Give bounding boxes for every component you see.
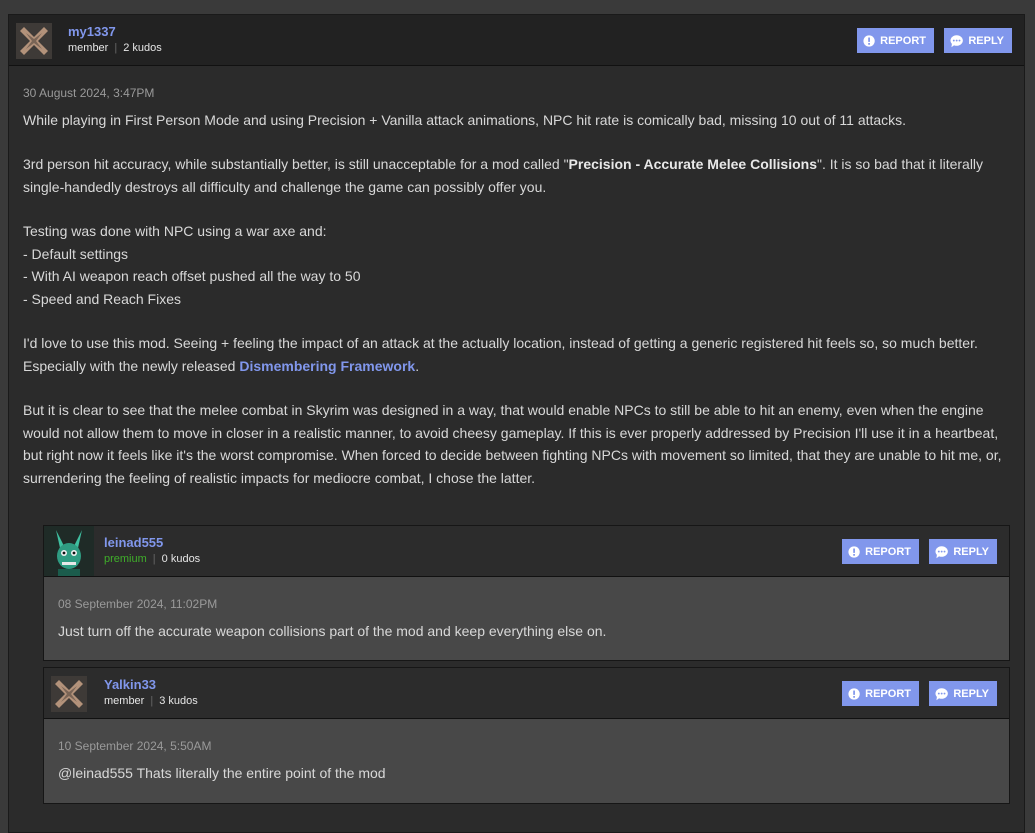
comment-paragraph: I'd love to use this mod. Seeing + feeli… xyxy=(23,335,978,374)
username-link[interactable]: Yalkin33 xyxy=(104,677,198,692)
reply-header: Yalkin33 member | 3 kudos REPORT REPLY xyxy=(44,668,1009,719)
user-kudos: 3 kudos xyxy=(159,695,198,707)
comment-body: 30 August 2024, 3:47PM While playing in … xyxy=(9,66,1024,489)
reply-header: leinad555 premium | 0 kudos REPORT REPLY xyxy=(44,526,1009,577)
report-button[interactable]: REPORT xyxy=(842,681,919,706)
reply-date: 10 September 2024, 5:50AM xyxy=(58,739,212,753)
comment-paragraph: Testing was done with NPC using a war ax… xyxy=(23,223,361,307)
alert-icon xyxy=(848,687,860,700)
user-role: member xyxy=(104,695,145,707)
user-meta: premium | 0 kudos xyxy=(104,553,201,565)
speech-bubble-icon xyxy=(935,545,948,558)
user-meta: member | 3 kudos xyxy=(104,695,198,707)
default-avatar-icon xyxy=(16,23,52,59)
user-avatar-icon xyxy=(44,526,94,576)
comment-date: 30 August 2024, 3:47PM xyxy=(23,86,155,100)
comment-post: my1337 member | 2 kudos REPORT REPLY 30 Au… xyxy=(8,14,1025,833)
reply-date: 08 September 2024, 11:02PM xyxy=(58,597,218,611)
comment-paragraph: 3rd person hit accuracy, while substanti… xyxy=(23,156,984,195)
reply-button[interactable]: REPLY xyxy=(944,28,1012,53)
comment-paragraph: But it is clear to see that the melee co… xyxy=(23,402,1002,486)
user-info: leinad555 premium | 0 kudos xyxy=(104,535,200,565)
dismembering-framework-link[interactable]: Dismembering Framework xyxy=(239,358,415,374)
user-role: member xyxy=(68,42,109,54)
comment-paragraph: While playing in First Person Mode and u… xyxy=(23,111,907,128)
report-button[interactable]: REPORT xyxy=(842,539,919,564)
reply-text: @leinad555 Thats literally the entire po… xyxy=(58,764,386,781)
user-info: Yalkin33 member | 3 kudos xyxy=(104,677,198,707)
username-link[interactable]: leinad555 xyxy=(104,535,200,550)
reply-post: leinad555 premium | 0 kudos REPORT REPLY 0… xyxy=(43,525,1010,661)
alert-icon xyxy=(863,34,875,47)
avatar[interactable] xyxy=(44,526,94,576)
reply-body: 08 September 2024, 11:02PM Just turn off… xyxy=(44,577,1009,642)
user-kudos: 0 kudos xyxy=(161,553,201,565)
avatar[interactable] xyxy=(16,23,52,59)
user-role: premium xyxy=(104,553,147,565)
username-link[interactable]: my1337 xyxy=(68,24,162,39)
reply-button[interactable]: REPLY xyxy=(929,539,997,564)
avatar[interactable] xyxy=(51,676,87,712)
alert-icon xyxy=(848,545,860,558)
user-meta: member | 2 kudos xyxy=(68,42,162,54)
user-info: my1337 member | 2 kudos xyxy=(68,24,162,54)
report-button[interactable]: REPORT xyxy=(857,28,934,53)
speech-bubble-icon xyxy=(950,34,963,47)
reply-post: Yalkin33 member | 3 kudos REPORT REPLY 10 … xyxy=(43,667,1010,804)
user-kudos: 2 kudos xyxy=(123,42,162,54)
reply-body: 10 September 2024, 5:50AM @leinad555 Tha… xyxy=(44,719,1009,784)
reply-button[interactable]: REPLY xyxy=(929,681,997,706)
reply-text: Just turn off the accurate weapon collis… xyxy=(58,622,607,639)
comment-header: my1337 member | 2 kudos REPORT REPLY xyxy=(9,15,1024,66)
default-avatar-icon xyxy=(51,676,87,712)
speech-bubble-icon xyxy=(935,687,948,700)
